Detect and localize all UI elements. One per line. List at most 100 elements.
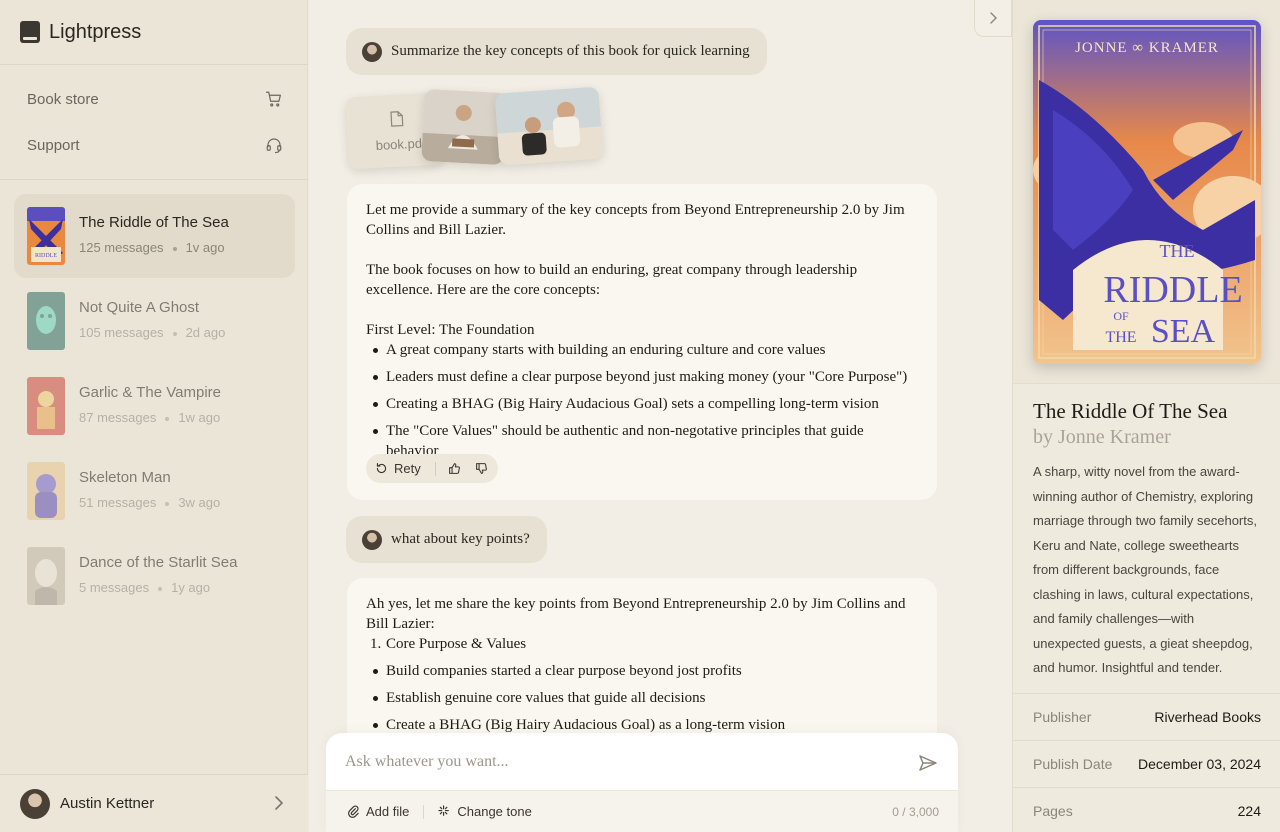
thumbs-down-icon[interactable]	[475, 462, 488, 475]
add-file-label: Add file	[366, 804, 410, 819]
divider	[0, 64, 308, 65]
publish-date-row: Publish Date December 03, 2024	[1013, 740, 1280, 787]
paperclip-icon	[348, 805, 359, 818]
book-cover-thumbnail: RIDDLE	[27, 207, 65, 265]
svg-text:RIDDLE: RIDDLE	[35, 253, 57, 259]
nav-support[interactable]: Support	[27, 133, 283, 157]
book-detail-title: The Riddle Of The Sea	[1033, 399, 1228, 423]
book-message-count: 87 messages	[79, 410, 157, 425]
book-item[interactable]: Not Quite A Ghost 105 messages 2d ago	[14, 279, 295, 363]
message-actions: Rety	[366, 454, 498, 483]
reply-heading: First Level: The Foundation	[366, 322, 535, 338]
book-message-count: 5 messages	[79, 580, 150, 595]
book-last-active: 1v ago	[185, 240, 225, 255]
book-message-count: 105 messages	[79, 325, 164, 340]
brand[interactable]: Lightpress	[20, 18, 141, 46]
message-input[interactable]: Ask whatever you want...	[345, 753, 509, 771]
book-description: A sharp, witty novel from the award-winn…	[1033, 464, 1257, 675]
list-item: Leaders must define a clear purpose beyo…	[366, 367, 918, 387]
cover-author-text: JONNE ∞ KRAMER	[1075, 40, 1219, 56]
sparkle-icon	[438, 805, 450, 816]
toggle-panel-button[interactable]	[974, 0, 1012, 37]
avatar	[362, 529, 382, 550]
nav-label: Book store	[27, 90, 99, 108]
list-item: Build companies started a clear purpose …	[366, 661, 918, 681]
nav-book-store[interactable]: Book store	[27, 87, 283, 111]
book-title: Garlic & The Vampire	[79, 384, 221, 401]
book-last-active: 1y ago	[171, 580, 211, 595]
book-item[interactable]: RIDDLE The Riddle of The Sea 125 message…	[14, 194, 295, 278]
retry-label: Rety	[394, 460, 421, 476]
book-title: Not Quite A Ghost	[79, 299, 200, 316]
reply-intro: Ah yes, let me share the key points from…	[366, 596, 906, 632]
meta-label: Publish Date	[1033, 756, 1113, 772]
meta-value: December 03, 2024	[1138, 756, 1261, 772]
book-logo-icon	[20, 21, 40, 43]
book-title: Dance of the Starlit Sea	[79, 554, 238, 571]
list-item: Create a BHAG (Big Hairy Audacious Goal)…	[366, 715, 918, 735]
meta-label: Publisher	[1033, 709, 1092, 725]
user-profile[interactable]: Austin Kettner	[0, 774, 308, 832]
book-item[interactable]: Garlic & The Vampire 87 messages 1w ago	[14, 364, 295, 448]
character-counter: 0 / 3,000	[892, 804, 939, 819]
photo-thumbnail	[421, 88, 507, 166]
book-message-count: 125 messages	[79, 240, 164, 255]
meta-label: Pages	[1033, 803, 1073, 819]
retry-icon	[376, 463, 387, 474]
publisher-row: Publisher Riverhead Books	[1013, 693, 1280, 740]
nav-label: Support	[27, 136, 80, 154]
book-last-active: 3w ago	[178, 495, 221, 510]
thumbs-up-icon[interactable]	[448, 462, 461, 475]
book-cover: JONNE ∞ KRAMER THE RIDDLE OF THE SEA	[1033, 20, 1261, 364]
divider	[423, 804, 425, 819]
user-name: Austin Kettner	[60, 795, 155, 812]
change-tone-button[interactable]: Change tone	[438, 804, 532, 819]
user-message-text: Summarize the key concepts of this book …	[391, 43, 750, 59]
meta-value: 224	[1237, 803, 1261, 819]
list-item: Creating a BHAG (Big Hairy Audacious Goa…	[366, 394, 918, 414]
retry-button[interactable]: Rety	[375, 459, 421, 479]
book-cover-thumbnail	[27, 462, 65, 520]
divider	[0, 179, 308, 180]
chat-area: Summarize the key concepts of this book …	[309, 0, 1012, 832]
image-attachment[interactable]	[421, 88, 507, 166]
list-item: A great company starts with building an …	[366, 340, 918, 360]
attachment-filename: book.pd	[375, 135, 423, 153]
meta-value: Riverhead Books	[1154, 709, 1261, 725]
cover-area: JONNE ∞ KRAMER THE RIDDLE OF THE SEA	[1013, 0, 1280, 384]
add-file-button[interactable]: Add file	[347, 804, 409, 819]
change-tone-label: Change tone	[457, 804, 532, 819]
chevron-right-icon	[990, 12, 997, 24]
chevron-right-icon	[275, 796, 284, 810]
numbered-list: 1. Core Purpose & Values	[366, 634, 918, 654]
svg-text:RIDDLE: RIDDLE	[1103, 269, 1242, 311]
svg-text:THE: THE	[1160, 241, 1195, 261]
svg-text:SEA: SEA	[1151, 313, 1216, 350]
composer: Ask whatever you want... Add file Change…	[326, 733, 958, 832]
image-attachment[interactable]	[494, 86, 604, 166]
svg-text:OF: OF	[1113, 309, 1129, 323]
book-item[interactable]: Dance of the Starlit Sea 5 messages 1y ag…	[14, 534, 295, 618]
book-cover-thumbnail	[27, 547, 65, 605]
sidebar: Lightpress Book store Support RIDDLE The…	[0, 0, 308, 832]
reply-intro: Let me provide a summary of the key conc…	[366, 202, 905, 238]
file-icon	[390, 111, 404, 127]
book-message-count: 51 messages	[79, 495, 157, 510]
photo-thumbnail	[494, 86, 604, 166]
user-message-text: what about key points?	[391, 531, 530, 547]
book-item[interactable]: Skeleton Man 51 messages 3w ago	[14, 449, 295, 533]
book-cover-thumbnail	[27, 292, 65, 350]
list-item: 1. Core Purpose & Values	[370, 636, 527, 652]
user-message: Summarize the key concepts of this book …	[346, 28, 767, 75]
composer-toolbar: Add file Change tone 0 / 3,000	[326, 790, 958, 832]
bullet-list: A great company starts with building an …	[366, 340, 918, 461]
assistant-message: Ah yes, let me share the key points from…	[347, 578, 937, 758]
pages-row: Pages 224	[1013, 787, 1280, 832]
avatar	[362, 41, 382, 62]
svg-text:THE: THE	[1105, 329, 1136, 346]
headset-icon	[266, 138, 282, 154]
list-item: Establish genuine core values that guide…	[366, 688, 918, 708]
send-icon[interactable]	[918, 753, 938, 773]
book-title: The Riddle of The Sea	[79, 214, 229, 231]
assistant-message: Let me provide a summary of the key conc…	[347, 184, 937, 500]
